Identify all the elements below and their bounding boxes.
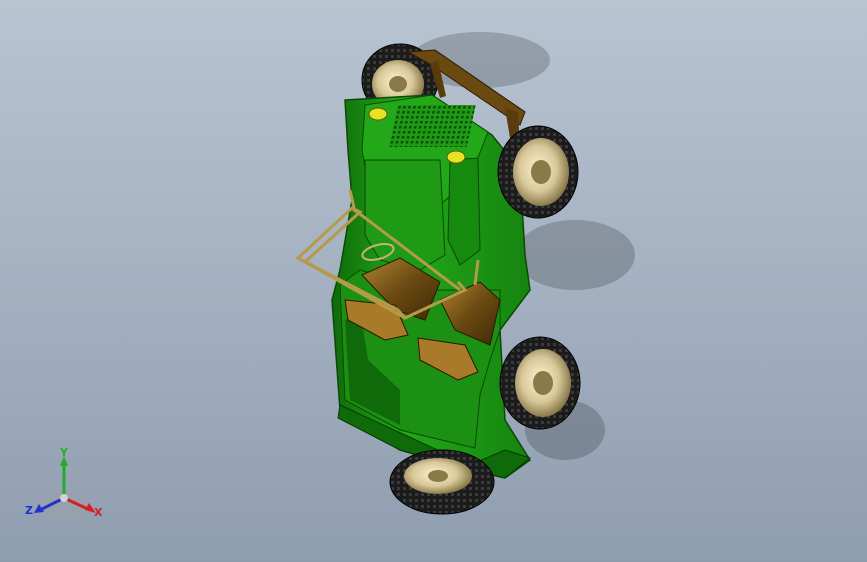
graphics-viewport[interactable]: Y X Z bbox=[0, 0, 867, 562]
triad-z-label: Z bbox=[25, 504, 33, 517]
triad-y-label: Y bbox=[59, 448, 69, 459]
triad-origin bbox=[60, 494, 68, 502]
jeep-3d-model[interactable] bbox=[0, 0, 867, 562]
grille bbox=[388, 105, 476, 147]
triad-x-label: X bbox=[94, 506, 103, 519]
view-orientation-triad[interactable]: Y X Z bbox=[22, 448, 106, 526]
wheel-rear-left[interactable] bbox=[497, 125, 579, 219]
headlight-left bbox=[368, 107, 388, 121]
triad-y-axis bbox=[60, 456, 68, 498]
wheel-spare[interactable] bbox=[389, 449, 495, 515]
headlight-right bbox=[446, 150, 466, 164]
wheel-rear-right[interactable] bbox=[499, 336, 581, 430]
